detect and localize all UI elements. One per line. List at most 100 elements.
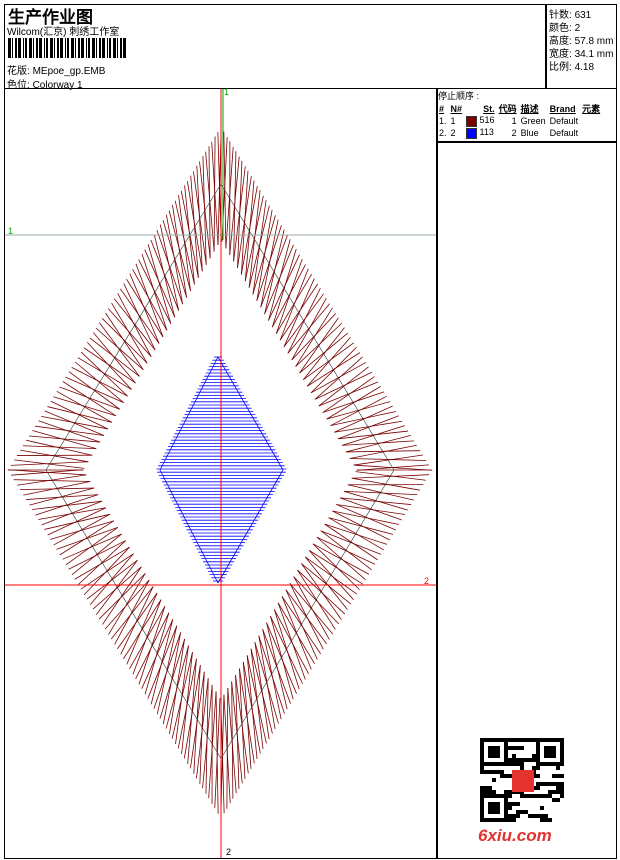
qr-module	[488, 790, 492, 794]
qr-module	[548, 790, 552, 794]
qr-module	[504, 774, 508, 778]
qr-module	[532, 814, 536, 818]
qr-module	[508, 762, 512, 766]
qr-module	[496, 754, 500, 758]
guide-label-green-top: 1	[224, 87, 230, 97]
qr-module	[504, 802, 508, 806]
qr-module	[492, 778, 496, 782]
col-index: #	[439, 103, 445, 114]
qr-module	[532, 754, 536, 758]
qr-module	[512, 762, 516, 766]
qr-module	[560, 782, 564, 786]
table-divider	[436, 141, 617, 143]
qr-module	[524, 810, 528, 814]
guide-label-red-right: 2	[424, 576, 430, 586]
qr-module	[516, 802, 520, 806]
qr-module	[536, 774, 540, 778]
qr-module	[508, 774, 512, 778]
qr-module	[536, 782, 540, 786]
qr-module	[492, 754, 496, 758]
qr-module	[508, 806, 512, 810]
qr-module	[532, 758, 536, 762]
qr-module	[548, 746, 552, 750]
table-row[interactable]: 2. 2 113 2 Blue Default	[438, 127, 603, 139]
qr-module	[544, 762, 548, 766]
qr-module	[484, 794, 488, 798]
watermark: 6xiu.com	[478, 826, 552, 845]
qr-module	[556, 738, 560, 742]
qr-module	[560, 746, 564, 750]
qr-module	[536, 786, 540, 790]
qr-module	[480, 770, 484, 774]
qr-module	[552, 754, 556, 758]
qr-module	[480, 762, 484, 766]
qr-module	[504, 762, 508, 766]
qr-module	[560, 742, 564, 746]
qr-module	[492, 806, 496, 810]
qr-module	[484, 786, 488, 790]
qr-module	[552, 750, 556, 754]
qr-module	[480, 786, 484, 790]
qr-module	[508, 790, 512, 794]
qr-module	[540, 762, 544, 766]
qr-module	[560, 738, 564, 742]
qr-module	[540, 806, 544, 810]
qr-module	[528, 758, 532, 762]
qr-module	[520, 738, 524, 742]
qr-module	[492, 818, 496, 822]
stitch-red	[340, 497, 412, 505]
qr-module	[544, 746, 548, 750]
qr-module	[548, 782, 552, 786]
qr-module	[560, 754, 564, 758]
qr-module	[544, 738, 548, 742]
qr-module	[556, 774, 560, 778]
qr-module	[500, 818, 504, 822]
qr-module	[488, 806, 492, 810]
qr-module	[520, 794, 524, 798]
qr-module	[484, 770, 488, 774]
stitch-red	[351, 474, 430, 479]
qr-module	[528, 794, 532, 798]
embroidery-preview	[5, 89, 436, 858]
qr-module	[500, 762, 504, 766]
qr-module	[484, 762, 488, 766]
qr-module	[536, 762, 540, 766]
qr-module	[532, 738, 536, 742]
qr-module	[512, 738, 516, 742]
qr-module	[536, 758, 540, 762]
qr-module	[496, 810, 500, 814]
qr-module	[556, 790, 560, 794]
table-row[interactable]: 1. 1 516 1 Green Default	[438, 115, 603, 127]
underlay-line	[45, 469, 222, 759]
stitch-red	[342, 440, 415, 446]
qr-module	[496, 746, 500, 750]
stat-scale: 比例: 4.18	[549, 62, 595, 73]
col-brand: Brand	[549, 103, 576, 114]
qr-module	[512, 814, 516, 818]
qr-module	[496, 794, 500, 798]
stitch-red	[41, 415, 109, 430]
qr-module	[560, 794, 564, 798]
qr-module	[508, 814, 512, 818]
qr-module	[492, 738, 496, 742]
qr-module	[504, 806, 508, 810]
qr-module	[552, 746, 556, 750]
guide-label-red-bottom: 2	[226, 847, 232, 857]
qr-module	[488, 818, 492, 822]
stitch-red	[25, 494, 99, 500]
qr-module	[544, 754, 548, 758]
qr-module	[536, 794, 540, 798]
qr-module	[492, 802, 496, 806]
qr-module	[492, 790, 496, 794]
qr-module	[492, 810, 496, 814]
qr-module	[488, 794, 492, 798]
qr-module	[504, 742, 508, 746]
qr-module	[548, 754, 552, 758]
qr-module	[496, 802, 500, 806]
qr-module	[504, 790, 508, 794]
qr-module	[516, 762, 520, 766]
qr-module	[492, 762, 496, 766]
qr-module	[480, 766, 484, 770]
qr-module	[552, 798, 556, 802]
qr-module	[548, 794, 552, 798]
